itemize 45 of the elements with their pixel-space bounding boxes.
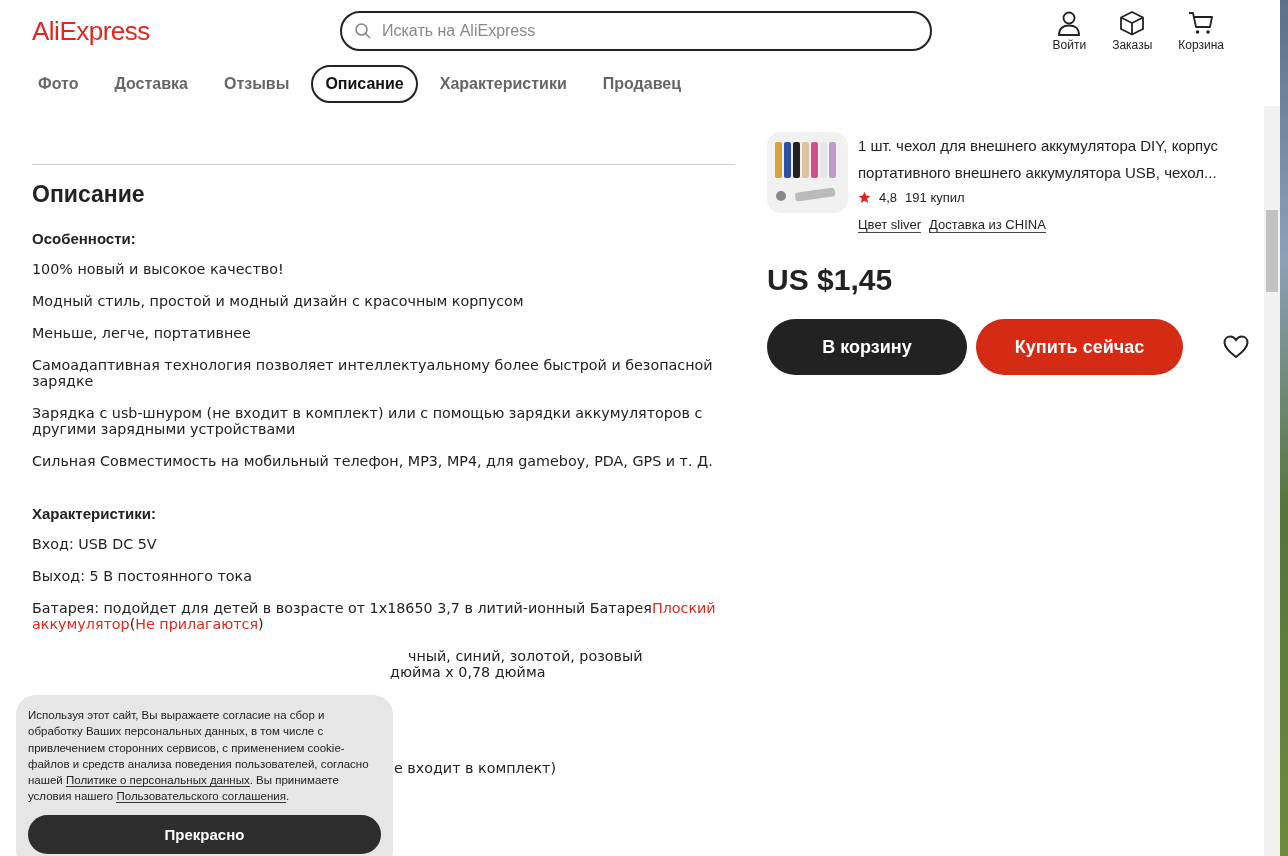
person-icon [1056, 10, 1083, 36]
description-paragraph: Вход: USB DC 5V [32, 536, 158, 552]
description-paragraph: Сильная Совместимость на мобильный телефон, MP3, MP4, для gameboy, PDA, GPS и т. Д. [32, 453, 714, 469]
sold-count: 191 купил [905, 190, 965, 205]
price: US $1,45 [767, 263, 894, 297]
tab[interactable]: Описание [311, 65, 418, 103]
description-paragraph: Батарея: подойдет для детей в возрасте от 1x18650 3,7 в литий-ионный БатареяПлоский аккумулятор(Не прилагаются) [32, 600, 717, 632]
header-action-link[interactable]: Войти [1052, 10, 1087, 52]
product-option-link[interactable]: Доставка из CHINA [929, 217, 1046, 233]
description-paragraph: Самоадаптивная технология позволяет интеллектуальному более быстрой и безопасной зарядке [32, 357, 714, 389]
section-heading: Особенности: [32, 230, 137, 247]
search-field[interactable]: Искать на AliExpress [340, 11, 932, 51]
section-title: Описание [32, 181, 146, 208]
product-thumbnail-drawing[interactable] [767, 132, 848, 213]
description-text-fragment: дюйма x 0,78 дюйма [390, 664, 547, 680]
heart-icon[interactable] [1223, 335, 1249, 359]
description-paragraph: Зарядка с usb-шнуром (не входит в комплект) или с помощью зарядки аккумуляторов с другими зарядными устройствами [32, 405, 704, 437]
box-icon [1119, 10, 1146, 36]
description-paragraph: Выход: 5 В постоянного тока [32, 568, 253, 584]
header-action-link[interactable]: Корзина [1178, 10, 1224, 52]
tab[interactable]: Фото [24, 65, 93, 103]
rating-value: 4,8 [879, 190, 898, 205]
tab[interactable]: Характеристики [425, 65, 581, 103]
policy-link[interactable]: Пользовательского соглашения [116, 790, 286, 804]
tab[interactable]: Продавец [588, 65, 695, 103]
tab[interactable]: Отзывы [209, 65, 304, 103]
policy-link[interactable]: Политике о персональных данных [66, 774, 250, 788]
description-paragraph: Модный стиль, простой и модный дизайн с красочным корпусом [32, 293, 525, 309]
add-to-cart-button[interactable]: В корзину [767, 319, 967, 375]
description-paragraph: 100% новый и высокое качество! [32, 261, 285, 277]
header-action-link[interactable]: Заказы [1112, 10, 1153, 52]
product-option-link[interactable]: Цвет sliver [858, 217, 922, 233]
product-title[interactable]: 1 шт. чехол для внешнего аккумулятора DIY, корпус портативного внешнего аккумулятора USB, чехол... [858, 132, 1253, 186]
logo[interactable]: AliExpress [32, 15, 340, 47]
description-paragraph: Меньше, легче, портативнее [32, 325, 252, 341]
cart-icon [1188, 10, 1215, 36]
description-text-fragment: е входит в комплект) [394, 760, 557, 776]
section-heading: Характеристики: [32, 505, 158, 522]
scrollbar[interactable] [1264, 106, 1280, 856]
accept-button[interactable]: Прекрасно [28, 814, 381, 854]
buy-now-button[interactable]: Купить сейчас [976, 319, 1183, 375]
cookie-notice-text: Используя этот сайт, Вы выражаете согласие на сбор и обработку Ваших персональных данных, в том числе с привлечением сторонних сервисов, с применением cookie-файлов и средств анализа поведения пользователей, согласно нашей Политике о персональных данных. Вы принимаете условия нашего Пользовательского соглашения. [28, 708, 370, 805]
description-text-fragment: чный, синий, золотой, розовый [408, 648, 644, 664]
tab[interactable]: Доставка [100, 65, 202, 103]
star-icon [858, 191, 871, 204]
